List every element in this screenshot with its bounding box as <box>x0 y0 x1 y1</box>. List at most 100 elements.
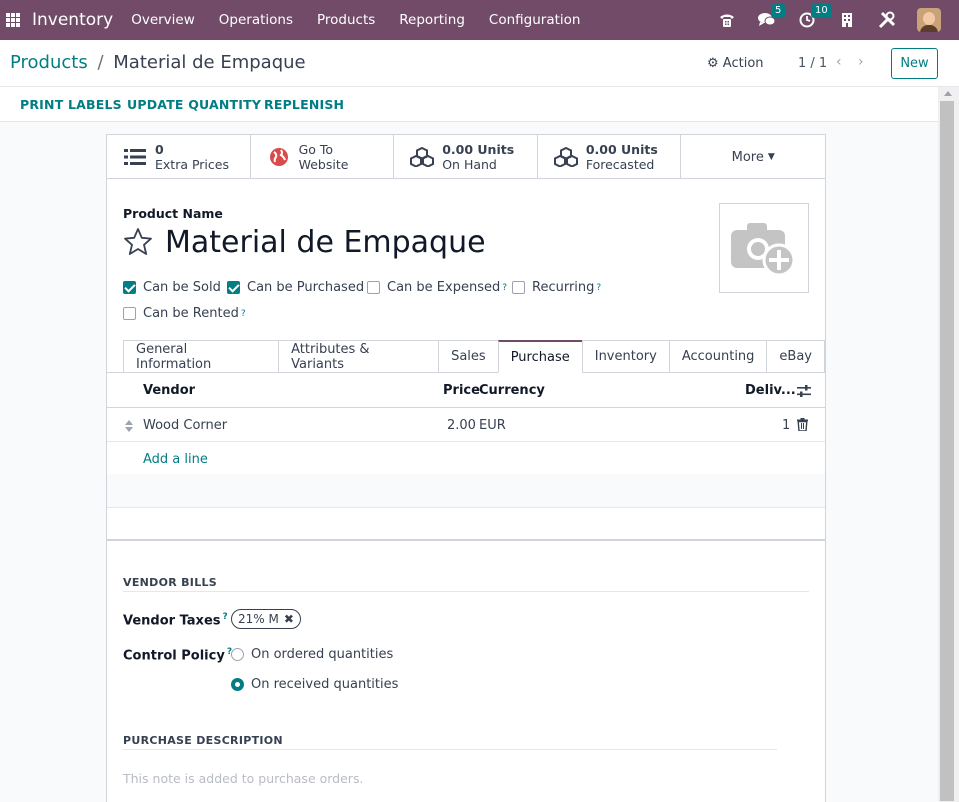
go-to-website-button[interactable]: Go To Website <box>251 135 395 179</box>
tab-purchase[interactable]: Purchase <box>497 340 582 373</box>
notebook-tabs: General Information Attributes & Variant… <box>123 340 825 373</box>
on-hand-button[interactable]: 0.00 Units On Hand <box>394 135 538 179</box>
messages-icon[interactable]: 5 <box>757 4 786 30</box>
top-navbar: Inventory Overview Operations Products R… <box>0 0 959 40</box>
price-cell[interactable]: 2.00 <box>447 418 476 433</box>
activities-clock-icon[interactable]: 10 <box>797 4 832 30</box>
breadcrumb-products[interactable]: Products <box>10 52 88 73</box>
menu-operations[interactable]: Operations <box>219 12 293 28</box>
table-row[interactable]: Wood Corner 2.00 EUR 1 <box>107 408 825 442</box>
radio-unselected[interactable] <box>231 648 244 661</box>
checkbox-unchecked[interactable] <box>367 281 380 294</box>
help-tooltip-icon[interactable]: ? <box>596 283 601 293</box>
menu-reporting[interactable]: Reporting <box>399 12 465 28</box>
can-be-rented-label: Can be Rented <box>143 306 239 321</box>
apps-menu-icon[interactable] <box>6 13 20 27</box>
purchase-description-field[interactable]: This note is added to purchase orders. <box>123 771 363 786</box>
drag-handle-icon[interactable] <box>125 420 133 432</box>
breadcrumb-current: Material de Empaque <box>113 52 306 73</box>
tab-sales[interactable]: Sales <box>438 340 498 373</box>
vendor-tax-tag[interactable]: 21% M ✖ <box>231 609 301 629</box>
menu-configuration[interactable]: Configuration <box>489 12 581 28</box>
list-bottom-divider <box>107 539 825 541</box>
forecasted-button[interactable]: 0.00 Units Forecasted <box>538 135 682 179</box>
pager-value[interactable]: 1 / 1 <box>798 56 827 71</box>
tab-attributes-variants[interactable]: Attributes & Variants <box>278 340 439 373</box>
control-policy-label: Control Policy? <box>123 647 232 663</box>
vendor-cell[interactable]: Wood Corner <box>143 418 227 433</box>
on-hand-value: 0.00 Units <box>442 142 515 157</box>
help-tooltip-icon[interactable]: ? <box>502 283 507 293</box>
checkbox-checked[interactable] <box>123 281 136 294</box>
action-menu-button[interactable]: ⚙ Action <box>707 56 764 71</box>
column-currency[interactable]: Currency <box>479 383 545 398</box>
user-avatar[interactable] <box>917 8 941 32</box>
chevron-right-icon[interactable]: › <box>858 54 864 70</box>
section-divider <box>123 591 809 592</box>
column-delivery[interactable]: Deliv... <box>745 383 796 398</box>
list-icon <box>123 146 147 168</box>
app-name[interactable]: Inventory <box>32 10 113 30</box>
can-be-expensed-checkbox[interactable]: Can be Expensed ? <box>367 280 507 295</box>
column-price[interactable]: Price <box>443 383 480 398</box>
print-labels-button[interactable]: PRINT LABELS <box>20 97 122 112</box>
can-be-rented-checkbox[interactable]: Can be Rented ? <box>123 306 246 321</box>
tab-ebay[interactable]: eBay <box>766 340 825 373</box>
control-policy-text: Control Policy <box>123 648 225 664</box>
currency-cell[interactable]: EUR <box>479 418 506 433</box>
breadcrumb-separator: / <box>97 52 104 73</box>
company-building-icon[interactable] <box>837 10 857 30</box>
can-be-purchased-label: Can be Purchased <box>247 280 365 295</box>
update-quantity-button[interactable]: UPDATE QUANTITY <box>127 97 261 112</box>
star-icon[interactable] <box>123 227 153 257</box>
optional-columns-sliders-icon[interactable] <box>797 384 811 402</box>
trash-icon[interactable] <box>797 418 808 435</box>
new-button[interactable]: New <box>891 48 938 79</box>
cubes-icon <box>410 146 435 168</box>
vertical-scrollbar[interactable] <box>938 87 959 802</box>
product-name-label: Product Name <box>123 206 223 221</box>
phone-icon[interactable] <box>717 10 737 30</box>
remove-tag-icon[interactable]: ✖ <box>284 612 294 626</box>
radio-selected[interactable] <box>231 678 244 691</box>
form-sheet: 0 Extra Prices Go To Website 0.00 Units … <box>106 134 826 802</box>
can-be-expensed-label: Can be Expensed <box>387 280 501 295</box>
systray: 5 10 <box>717 0 959 40</box>
policy-ordered-radio[interactable]: On ordered quantities <box>231 647 393 662</box>
tab-inventory[interactable]: Inventory <box>581 340 669 373</box>
menu-products[interactable]: Products <box>317 12 375 28</box>
camera-plus-icon <box>731 223 796 277</box>
website-label: Website <box>298 157 349 172</box>
debug-tools-icon[interactable] <box>877 10 897 30</box>
extra-prices-button[interactable]: 0 Extra Prices <box>107 135 251 179</box>
recurring-checkbox[interactable]: Recurring ? <box>512 280 601 295</box>
product-name-field[interactable]: Material de Empaque <box>165 225 486 260</box>
replenish-button[interactable]: REPLENISH <box>264 97 344 112</box>
delivery-cell[interactable]: 1 <box>782 418 790 433</box>
policy-received-radio[interactable]: On received quantities <box>231 677 398 692</box>
menu-overview[interactable]: Overview <box>131 12 195 28</box>
add-a-line-link[interactable]: Add a line <box>143 452 208 467</box>
can-be-purchased-checkbox[interactable]: Can be Purchased <box>227 280 364 295</box>
product-image-upload[interactable] <box>719 203 809 293</box>
recurring-label: Recurring <box>532 280 595 295</box>
tab-general-information[interactable]: General Information <box>123 340 279 373</box>
empty-row <box>107 474 825 508</box>
checkbox-unchecked[interactable] <box>512 281 525 294</box>
help-tooltip-icon[interactable]: ? <box>223 612 228 622</box>
extra-prices-value: 0 <box>155 142 164 157</box>
help-tooltip-icon[interactable]: ? <box>241 309 246 319</box>
add-line-row: Add a line <box>107 442 825 476</box>
column-vendor[interactable]: Vendor <box>143 383 195 398</box>
control-panel: Products / Material de Empaque ⚙ Action … <box>0 40 959 87</box>
extra-prices-label: Extra Prices <box>155 157 229 172</box>
caret-down-icon: ▼ <box>767 152 775 162</box>
scroll-thumb[interactable] <box>940 101 954 801</box>
more-button[interactable]: More ▼ <box>681 135 825 179</box>
can-be-sold-checkbox[interactable]: Can be Sold <box>123 280 221 295</box>
chevron-left-icon[interactable]: ‹ <box>836 54 842 70</box>
tab-accounting[interactable]: Accounting <box>668 340 767 373</box>
checkbox-unchecked[interactable] <box>123 307 136 320</box>
scroll-up-arrow-icon[interactable] <box>944 91 952 96</box>
checkbox-checked[interactable] <box>227 281 240 294</box>
